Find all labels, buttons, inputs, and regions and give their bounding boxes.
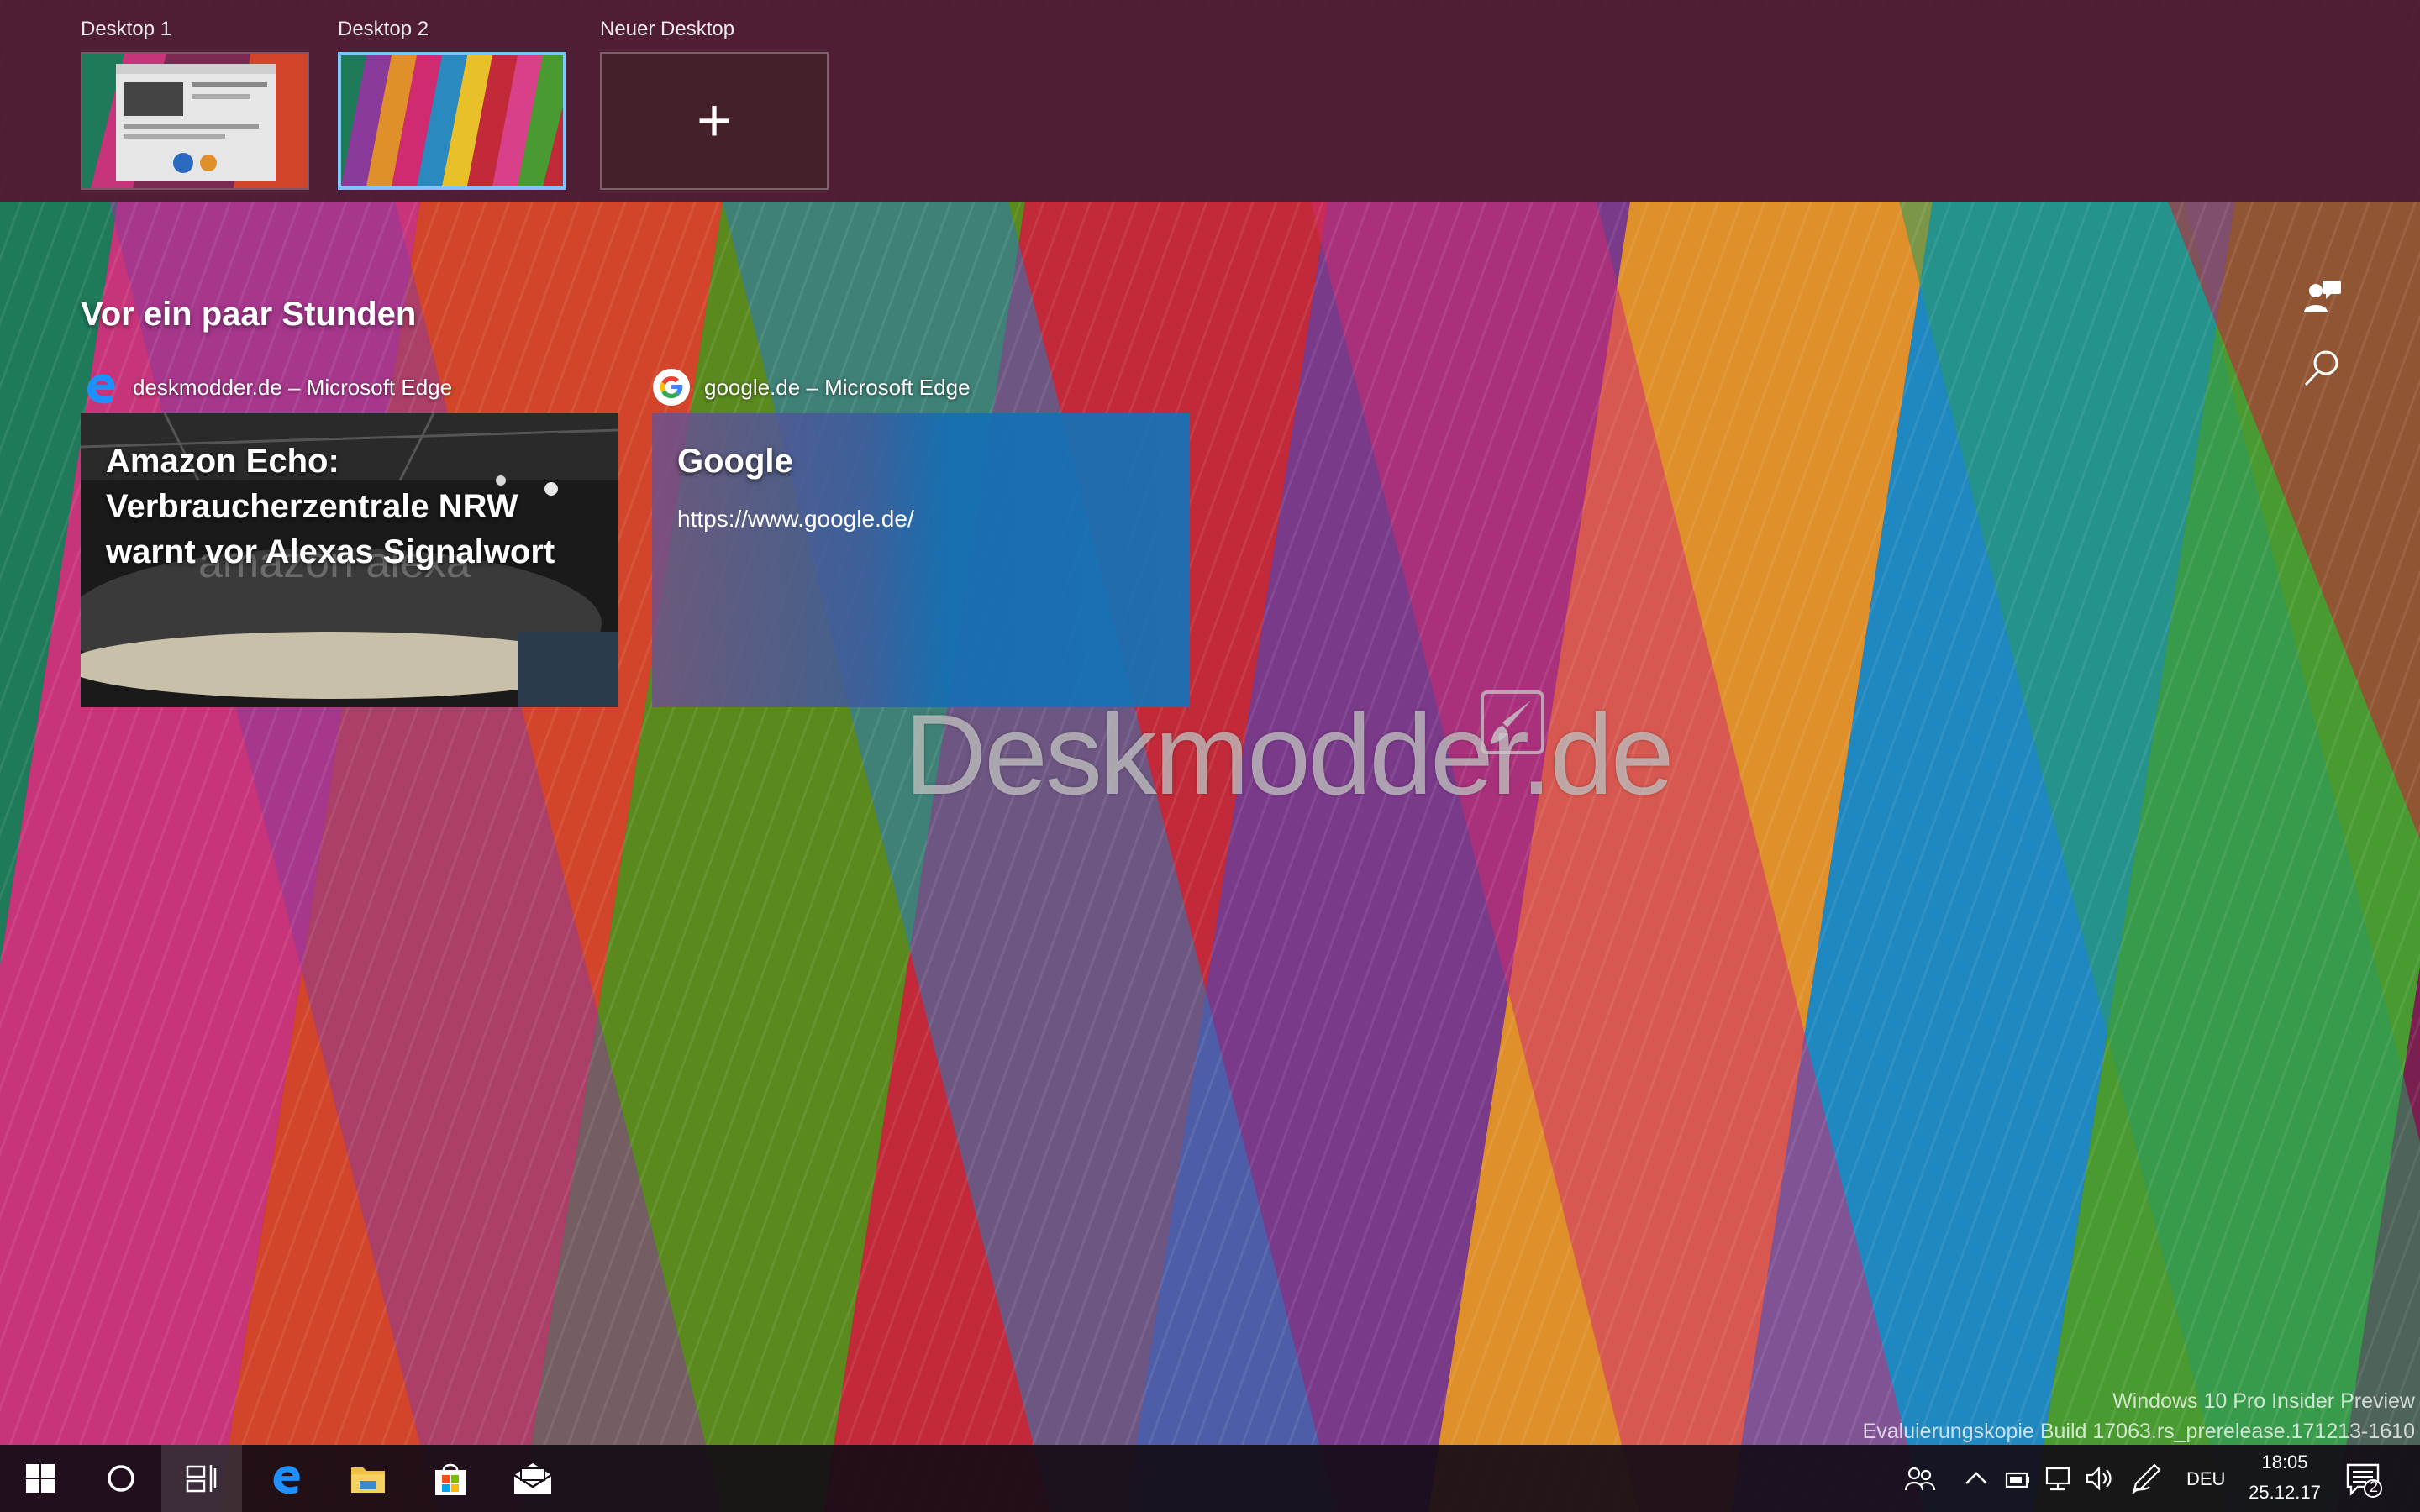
edge-icon (87, 374, 115, 404)
build-info-line2: Evaluierungskopie Build 17063.rs_prerele… (1862, 1420, 2415, 1443)
notification-count: 2 (2369, 1478, 2378, 1495)
language-indicator[interactable]: DEU (2186, 1468, 2225, 1490)
cortana-button[interactable] (81, 1445, 161, 1512)
virtual-desktops-bar: Desktop 1 Desktop 2 Neuer Desktop + (0, 0, 2420, 202)
card-1-header: deskmodder.de – Microsoft Edge (81, 366, 452, 408)
taskbar-mail-button[interactable] (492, 1445, 573, 1512)
search-icon[interactable] (2301, 346, 2344, 390)
watermark-text: Deskmodder.de (904, 690, 1675, 818)
watermark-brush-icon (1481, 690, 1544, 754)
new-desktop[interactable]: Neuer Desktop + (600, 15, 829, 190)
card-1-app-label: deskmodder.de – Microsoft Edge (133, 374, 453, 400)
desktop-1-preview (82, 54, 308, 188)
card-2-url: https://www.google.de/ (677, 506, 914, 532)
watermark: Deskmodder.de (904, 689, 1675, 820)
network-icon[interactable] (2044, 1463, 2074, 1494)
battery-icon[interactable] (2003, 1465, 2032, 1494)
chevron-up-icon[interactable] (1965, 1468, 1988, 1488)
desktop-2-preview (341, 55, 563, 186)
card-2-app-label: google.de – Microsoft Edge (704, 374, 971, 400)
taskbar-explorer-button[interactable] (328, 1445, 408, 1512)
card-1-title: Amazon Echo: Verbraucherzentrale NRW war… (106, 443, 555, 570)
folder-icon (351, 1467, 385, 1493)
task-view-icon (186, 1465, 217, 1493)
activity-card-google[interactable]: Google https://www.google.de/ (652, 413, 1190, 707)
timeline-view: Desktop 1 Desktop 2 Neuer Desktop + Vor … (0, 0, 2420, 1512)
pen-ink-icon[interactable] (2129, 1462, 2163, 1495)
card-2-title: Google (677, 443, 793, 480)
clock-time[interactable]: 18:05 (2257, 1452, 2312, 1473)
taskbar-store-button[interactable] (410, 1445, 491, 1512)
task-view-button[interactable] (161, 1445, 242, 1512)
start-button[interactable] (0, 1445, 81, 1512)
desktop-2[interactable]: Desktop 2 (338, 15, 566, 190)
store-icon (435, 1463, 466, 1495)
people-icon[interactable] (2301, 277, 2344, 321)
people-tray-icon[interactable] (1904, 1463, 1936, 1495)
clock-date[interactable]: 25.12.17 (2247, 1482, 2323, 1504)
volume-icon[interactable] (2084, 1463, 2114, 1494)
new-desktop-label: Neuer Desktop (600, 18, 735, 40)
desktop-1-label: Desktop 1 (81, 18, 172, 40)
windows-icon (26, 1464, 55, 1493)
mail-icon (513, 1463, 552, 1494)
action-center-button[interactable]: 2 (2344, 1460, 2383, 1499)
build-info-line1: Windows 10 Pro Insider Preview (2112, 1389, 2415, 1413)
plus-icon: + (696, 87, 733, 155)
activity-card-deskmodder[interactable]: amazon alexa Amazon Echo: Verbraucherzen… (81, 413, 618, 707)
taskbar: DEU 18:05 25.12.17 2 (0, 1445, 2420, 1512)
desktop-1-thumbnail[interactable] (81, 52, 309, 190)
desktop-2-thumbnail[interactable] (338, 52, 566, 190)
desktop-1[interactable]: Desktop 1 (81, 15, 309, 190)
timeline-section-title: Vor ein paar Stunden (81, 296, 417, 333)
edge-icon (273, 1466, 300, 1494)
desktop-2-label: Desktop 2 (338, 18, 429, 40)
card-2-header: google.de – Microsoft Edge (652, 366, 971, 408)
google-icon (653, 369, 690, 406)
cortana-icon (108, 1465, 134, 1492)
taskbar-edge-button[interactable] (245, 1445, 326, 1512)
build-info: Windows 10 Pro Insider Preview Evaluieru… (1863, 1386, 2415, 1446)
new-desktop-button[interactable]: + (600, 52, 829, 190)
